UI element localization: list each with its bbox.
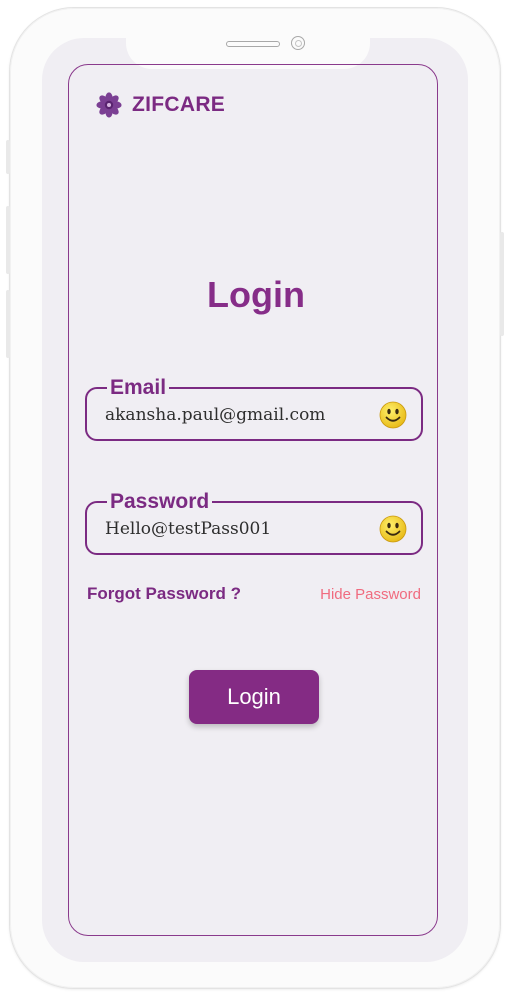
password-label: Password (110, 490, 210, 513)
speaker-grille (226, 41, 280, 47)
email-field[interactable]: Email akansha.paul@gmail.com (85, 377, 423, 441)
hide-password-toggle[interactable]: Hide Password (320, 586, 421, 603)
flower-icon (96, 92, 122, 118)
forgot-password-link[interactable]: Forgot Password ? (87, 584, 241, 604)
phone-volume-up-button (6, 206, 10, 274)
email-label: Email (110, 376, 167, 399)
login-button[interactable]: Login (189, 670, 319, 724)
front-camera (291, 36, 305, 50)
smiley-icon (379, 515, 407, 543)
smiley-icon (379, 401, 407, 429)
phone-side-button (6, 140, 10, 174)
page-title: Login (207, 274, 305, 315)
brand-logo: ZIFCARE (96, 92, 225, 118)
password-value[interactable]: Hello@testPass001 (105, 519, 271, 539)
password-field[interactable]: Password Hello@testPass001 (85, 491, 423, 555)
brand-name: ZIFCARE (132, 93, 226, 116)
email-value[interactable]: akansha.paul@gmail.com (105, 405, 325, 425)
